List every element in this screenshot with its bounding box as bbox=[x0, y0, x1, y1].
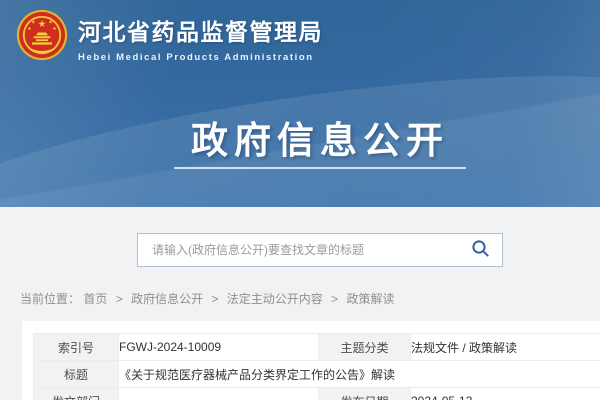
org-name-en: Hebei Medical Products Administration bbox=[78, 52, 323, 63]
header-banner: ★ ★ ★ ★ ★ 河北省药品监督管理局 Hebei Medical Pro bbox=[0, 0, 600, 207]
breadcrumb-prefix: 当前位置： bbox=[20, 292, 80, 306]
breadcrumb-separator: > bbox=[211, 292, 218, 306]
index-number-label: 索引号 bbox=[34, 334, 119, 361]
national-emblem-icon: ★ ★ ★ ★ ★ bbox=[16, 9, 68, 66]
breadcrumb-item-policy-interpretation[interactable]: 政策解读 bbox=[347, 292, 395, 306]
search-icon bbox=[471, 239, 490, 261]
search-input[interactable] bbox=[150, 242, 469, 258]
breadcrumb-item-info-disclosure[interactable]: 政府信息公开 bbox=[131, 292, 203, 306]
svg-text:★: ★ bbox=[31, 20, 35, 26]
title-value: 《关于规范医疗器械产品分类界定工作的公告》解读 bbox=[119, 361, 600, 388]
topic-category-label: 主题分类 bbox=[319, 334, 411, 361]
topic-category-value: 法规文件 / 政策解读 bbox=[411, 334, 600, 361]
page-title: 政府信息公开 bbox=[0, 110, 600, 164]
document-meta-table: 索引号 FGWJ-2024-10009 主题分类 法规文件 / 政策解读 标题 … bbox=[33, 333, 600, 400]
title-label: 标题 bbox=[34, 361, 119, 388]
search-bar bbox=[137, 233, 503, 267]
site-title: 河北省药品监督管理局 Hebei Medical Products Admini… bbox=[78, 13, 323, 63]
table-row: 索引号 FGWJ-2024-10009 主题分类 法规文件 / 政策解读 bbox=[34, 334, 600, 361]
svg-text:★: ★ bbox=[27, 26, 31, 32]
search-button[interactable] bbox=[469, 237, 492, 263]
issuing-department-label: 发文部门 bbox=[34, 388, 119, 400]
index-number-value: FGWJ-2024-10009 bbox=[119, 334, 319, 361]
breadcrumb-item-home[interactable]: 首页 bbox=[83, 292, 107, 306]
publish-date-value: 2024-05-13 bbox=[411, 388, 600, 400]
title-underline bbox=[174, 167, 466, 169]
search-section bbox=[0, 207, 600, 267]
table-row: 标题 《关于规范医疗器械产品分类界定工作的公告》解读 bbox=[34, 361, 600, 388]
site-logo-link[interactable]: ★ ★ ★ ★ ★ 河北省药品监督管理局 Hebei Medical Pro bbox=[16, 9, 323, 66]
browser-viewport: ★ ★ ★ ★ ★ 河北省药品监督管理局 Hebei Medical Pro bbox=[0, 0, 600, 400]
breadcrumb-separator: > bbox=[116, 292, 123, 306]
page: ★ ★ ★ ★ ★ 河北省药品监督管理局 Hebei Medical Pro bbox=[0, 0, 600, 400]
issuing-department-value bbox=[119, 388, 319, 400]
table-row: 发文部门 发布日期 2024-05-13 bbox=[34, 388, 600, 400]
org-name-cn: 河北省药品监督管理局 bbox=[78, 13, 323, 47]
svg-text:★: ★ bbox=[52, 26, 56, 32]
breadcrumb: 当前位置： 首页 > 政府信息公开 > 法定主动公开内容 > 政策解读 bbox=[20, 290, 600, 307]
breadcrumb-separator: > bbox=[331, 292, 338, 306]
svg-text:★: ★ bbox=[38, 19, 47, 30]
publish-date-label: 发布日期 bbox=[319, 388, 411, 400]
content-panel: 索引号 FGWJ-2024-10009 主题分类 法规文件 / 政策解读 标题 … bbox=[22, 321, 600, 400]
svg-text:★: ★ bbox=[49, 20, 53, 26]
breadcrumb-item-statutory-disclosure[interactable]: 法定主动公开内容 bbox=[227, 292, 323, 306]
